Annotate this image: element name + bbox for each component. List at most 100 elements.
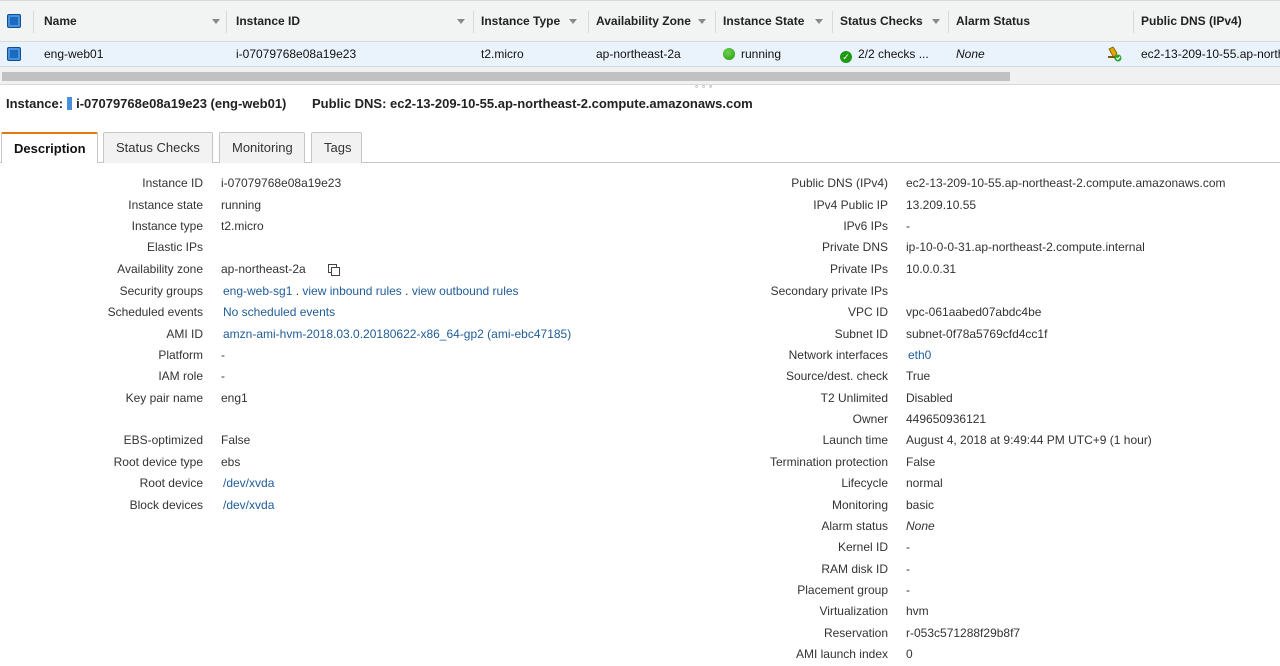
detail-label: Instance state: [128, 198, 203, 212]
sort-icon: [815, 19, 823, 24]
detail-value: 13.209.10.55: [906, 198, 977, 212]
detail-value: -: [221, 348, 225, 362]
tab-status-checks[interactable]: Status Checks: [103, 132, 213, 163]
alarm-bell-icon[interactable]: [1105, 42, 1123, 66]
detail-value: Disabled: [906, 391, 953, 405]
detail-label: VPC ID: [847, 305, 888, 319]
column-instance-type[interactable]: Instance Type: [473, 1, 589, 42]
detail-label: Instance ID: [142, 176, 203, 190]
detail-label: AMI launch index: [795, 647, 888, 661]
sort-icon: [698, 19, 706, 24]
view-inbound-rules-link[interactable]: view inbound rules: [302, 284, 401, 298]
detail-label: Secondary private IPs: [770, 284, 888, 298]
detail-value-link[interactable]: No scheduled events: [223, 305, 335, 319]
column-public-dns[interactable]: Public DNS (IPv4): [1133, 1, 1280, 42]
cell-public-dns: ec2-13-209-10-55.ap-northeast-2.compute.…: [1141, 47, 1280, 61]
column-instance-id[interactable]: Instance ID: [228, 1, 474, 42]
detail-value: t2.micro: [221, 219, 264, 233]
detail-label: Subnet ID: [834, 327, 888, 341]
detail-label: IAM role: [158, 369, 203, 383]
horizontal-scrollbar[interactable]: [0, 67, 1280, 85]
detail-label: Availability zone: [117, 262, 203, 276]
detail-label: Kernel ID: [837, 540, 888, 554]
detail-label: AMI ID: [166, 327, 203, 341]
tab-tags[interactable]: Tags: [311, 132, 362, 163]
detail-value: 10.0.0.31: [906, 262, 957, 276]
detail-label: Root device: [139, 476, 203, 490]
cell-instance-id: i-07079768e08a19e23: [236, 47, 357, 61]
detail-value: subnet-0f78a5769cfd4cc1f: [906, 327, 1048, 341]
security-group-link[interactable]: eng-web-sg1: [223, 284, 292, 298]
select-all-checkbox-icon[interactable]: [7, 14, 21, 28]
detail-label: RAM disk ID: [821, 562, 888, 576]
detail-value: August 4, 2018 at 9:49:44 PM UTC+9 (1 ho…: [906, 433, 1152, 447]
detail-value: False: [906, 455, 936, 469]
detail-label: Platform: [158, 348, 203, 362]
cell-name: eng-web01: [44, 47, 104, 61]
detail-value: eth0: [908, 346, 931, 364]
sort-icon: [932, 19, 940, 24]
detail-label: Private IPs: [829, 262, 888, 276]
resize-grip-icon[interactable]: ∘∘∘: [694, 82, 715, 91]
tab-description[interactable]: Description: [1, 132, 98, 163]
detail-value: -: [906, 583, 910, 597]
network-interface-link[interactable]: eth0: [908, 348, 931, 362]
cell-status-checks[interactable]: ✓ 2/2 checks ...: [840, 42, 944, 66]
green-dot-icon: [723, 48, 735, 60]
detail-value: False: [221, 433, 251, 447]
column-alarm-status[interactable]: Alarm Status: [948, 1, 1134, 42]
detail-label: Lifecycle: [841, 476, 888, 490]
detail-heading: Instance: i-07079768e08a19e23 (eng-web01)…: [6, 96, 753, 111]
sort-icon: [457, 19, 465, 24]
detail-value: ip-10-0-0-31.ap-northeast-2.compute.inte…: [906, 240, 1145, 254]
column-status-checks[interactable]: Status Checks: [832, 1, 949, 42]
detail-label: Instance type: [131, 219, 203, 233]
detail-value: r-053c571288f29b8f7: [906, 626, 1021, 640]
sort-icon: [569, 19, 577, 24]
cell-instance-state: running: [723, 42, 828, 66]
detail-value: hvm: [906, 604, 929, 618]
detail-value: amzn-ami-hvm-2018.03.0.20180622-x86_64-g…: [223, 325, 571, 343]
detail-label: Root device type: [113, 455, 203, 469]
detail-label: Elastic IPs: [146, 240, 203, 254]
sort-icon: [212, 19, 220, 24]
cell-instance-type: t2.micro: [481, 47, 524, 61]
detail-value: -: [906, 540, 910, 554]
detail-value: -: [906, 219, 910, 233]
detail-label: T2 Unlimited: [820, 391, 888, 405]
column-name[interactable]: Name: [36, 1, 227, 42]
detail-value: eng1: [221, 391, 248, 405]
detail-label: Owner: [852, 412, 888, 426]
detail-label: Virtualization: [819, 604, 888, 618]
copy-icon[interactable]: [328, 264, 340, 276]
tab-monitoring[interactable]: Monitoring: [219, 132, 305, 163]
detail-value-link[interactable]: /dev/xvda: [223, 498, 274, 512]
detail-label: Launch time: [822, 433, 888, 447]
scrollbar-thumb[interactable]: [2, 72, 1010, 81]
detail-value: ap-northeast-2a: [221, 262, 306, 276]
view-outbound-rules-link[interactable]: view outbound rules: [412, 284, 519, 298]
column-availability-zone[interactable]: Availability Zone: [588, 1, 716, 42]
detail-value: 0: [906, 647, 913, 661]
table-row[interactable]: eng-web01 i-07079768e08a19e23 t2.micro a…: [0, 42, 1280, 67]
column-instance-state[interactable]: Instance State: [715, 1, 833, 42]
instance-table-header: Name Instance ID Instance Type Availabil…: [0, 0, 1280, 42]
detail-value: True: [906, 369, 931, 383]
detail-label: Alarm status: [821, 519, 888, 533]
detail-label: Reservation: [823, 626, 888, 640]
detail-value: /dev/xvda: [223, 474, 274, 492]
detail-value: basic: [906, 498, 935, 512]
detail-label: IPv4 Public IP: [813, 198, 888, 212]
detail-value: vpc-061aabed07abdc4be: [906, 305, 1042, 319]
detail-value: i-07079768e08a19e23: [221, 176, 342, 190]
detail-value-link[interactable]: /dev/xvda: [223, 476, 274, 490]
detail-label: Source/dest. check: [785, 369, 888, 383]
detail-value: 449650936121: [906, 412, 987, 426]
check-circle-icon: ✓: [840, 51, 852, 63]
detail-label: Private DNS: [821, 240, 888, 254]
row-checkbox-icon[interactable]: [7, 47, 21, 61]
detail-label: Security groups: [119, 284, 203, 298]
detail-label: Termination protection: [769, 455, 888, 469]
detail-value-link[interactable]: amzn-ami-hvm-2018.03.0.20180622-x86_64-g…: [223, 327, 571, 341]
detail-value: eng-web-sg1 . view inbound rules . view …: [223, 284, 519, 298]
